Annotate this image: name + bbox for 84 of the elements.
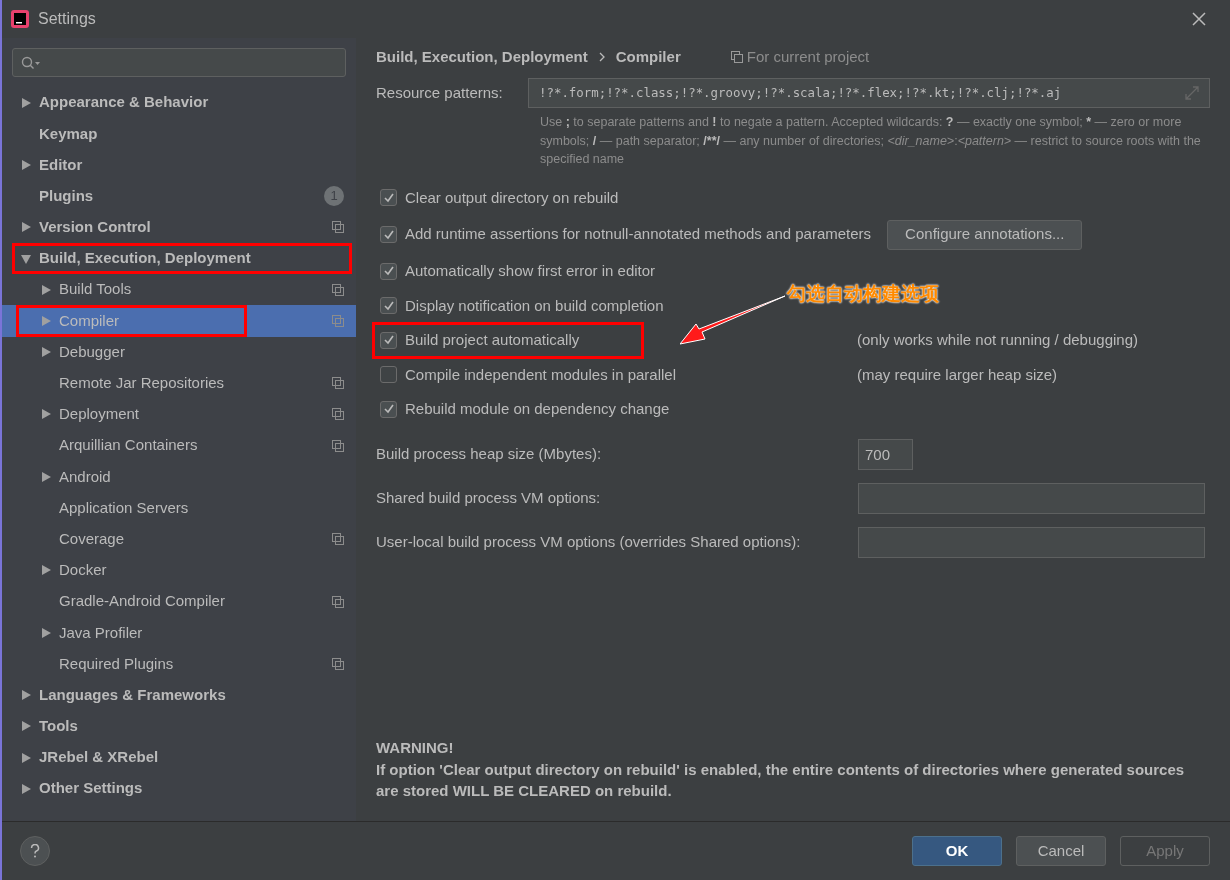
checkmark-icon [382,228,395,241]
tree-item[interactable]: Java Profiler [2,617,356,649]
help-button[interactable] [20,836,50,866]
breadcrumb-item: Compiler [615,46,681,67]
checkmark-icon [382,334,395,347]
collapsed-arrow-icon[interactable] [40,470,52,483]
warning-text: If option 'Clear output directory on rebuild' is enabled, the entire contents of directories where generated sources are stored WILL BE CLEARED on rebuild. [376,760,1186,801]
checkbox[interactable] [380,297,397,315]
chevron-icon [597,52,606,62]
checkmark-icon [382,403,395,416]
dialog-button[interactable]: OK [912,836,1002,866]
tree-item[interactable]: Remote Jar Repositories [2,367,356,399]
checkmark-icon [382,191,395,204]
breadcrumb-item: Build, Execution, Deployment [376,46,588,67]
checkbox[interactable] [380,226,397,243]
tree-item[interactable]: JRebel & XRebel [2,741,356,774]
option-note: (may require larger heap size) [857,364,1058,385]
tree-item[interactable]: Deployment [2,398,356,431]
checkbox-label[interactable]: Display notification on build completion [405,294,664,317]
tree-item[interactable]: Other Settings [2,773,356,805]
close-icon[interactable] [1192,12,1206,26]
checkmark-icon [382,265,395,278]
checkbox-label[interactable]: Automatically show first error in editor [405,260,656,283]
collapsed-arrow-icon[interactable] [20,158,32,171]
search-icon [21,55,41,70]
checkbox[interactable] [380,262,397,280]
checkbox[interactable] [380,400,397,418]
tree-item[interactable]: Android [2,461,356,493]
checkbox-label[interactable]: Rebuild module on dependency change [405,398,670,421]
tree-item[interactable]: Coverage [2,523,356,555]
tree-item[interactable]: Build, Execution, Deployment [2,242,356,275]
collapsed-arrow-icon[interactable] [20,221,32,234]
configure-annotations-button[interactable]: Configure annotations... [887,219,1083,250]
window-title: Settings [38,9,96,29]
tree-item[interactable]: Appearance & Behavior [2,87,356,119]
checkbox-label[interactable]: Add runtime assertions for notnull-annotated methods and parameters [405,223,872,246]
checkbox-label[interactable]: Compile independent modules in parallel [405,363,676,386]
scope-label: For current project [746,46,870,67]
tree-item[interactable]: Keymap [2,118,356,150]
question-mark-icon [30,844,40,858]
tree-item[interactable]: Arquillian Containers [2,430,356,462]
expanded-arrow-icon[interactable] [20,252,32,265]
collapsed-arrow-icon[interactable] [40,626,52,639]
input-field[interactable]: 700 [858,439,913,470]
field-label: Resource patterns: [376,82,504,103]
collapsed-arrow-icon[interactable] [20,720,32,733]
tree-item[interactable]: Debugger [2,336,356,368]
field-label: User-local build process VM options (overrides Shared options): [376,532,802,553]
copy-icon [730,51,743,63]
tree-item[interactable]: Version Control [2,211,356,243]
input-field[interactable] [858,527,1205,558]
checkbox-label[interactable]: Clear output directory on rebuild [405,186,619,209]
collapsed-arrow-icon[interactable] [40,408,52,421]
field-label: Build process heap size (Mbytes): [376,444,603,465]
collapsed-arrow-icon[interactable] [40,346,52,359]
annotation-label: 勾选自动构建选项 [787,282,939,306]
dialog-button[interactable]: Cancel [1016,836,1106,866]
search-field[interactable] [12,48,346,77]
tree-item[interactable]: Editor [2,149,356,181]
option-note: (only works while not running / debugging) [857,330,1138,350]
field-label: Shared build process VM options: [376,488,602,509]
checkbox[interactable] [380,366,397,384]
tree-item[interactable]: Tools [2,710,356,742]
collapsed-arrow-icon[interactable] [40,564,52,577]
collapsed-arrow-icon[interactable] [20,689,32,702]
checkbox[interactable] [380,331,397,349]
input-field[interactable] [858,483,1205,514]
tree-item[interactable]: Build Tools [2,274,356,306]
tree-item[interactable]: Application Servers [2,492,356,524]
tree-item[interactable]: Languages & Frameworks [2,679,356,711]
help-text: Use ; to separate patterns and ! to negate a pattern. Accepted wildcards: ? — exactly one symbol; * — zero or more symbols; / — path separator; /**/ — any number of directories; <dir_name>:<pattern> — restrict to source roots with the specified name [540,114,1202,168]
collapsed-arrow-icon[interactable] [20,782,32,795]
resource-patterns-field[interactable]: !?*.form;!?*.class;!?*.groovy;!?*.scala;!?*.flex;!?*.kt;!?*.clj;!?*.aj [528,78,1210,108]
collapsed-arrow-icon[interactable] [40,283,52,296]
checkbox[interactable] [380,189,397,207]
warning-title: WARNING! [376,737,455,758]
tree-item[interactable]: Required Plugins [2,648,356,680]
checkmark-icon [382,299,395,312]
tree-item[interactable]: Gradle-Android Compiler [2,586,356,618]
tree-item[interactable]: Docker [2,554,356,586]
collapsed-arrow-icon[interactable] [20,751,32,764]
app-logo-icon [10,9,30,29]
collapsed-arrow-icon[interactable] [20,96,32,109]
checkbox-label[interactable]: Build project automatically [405,329,580,352]
